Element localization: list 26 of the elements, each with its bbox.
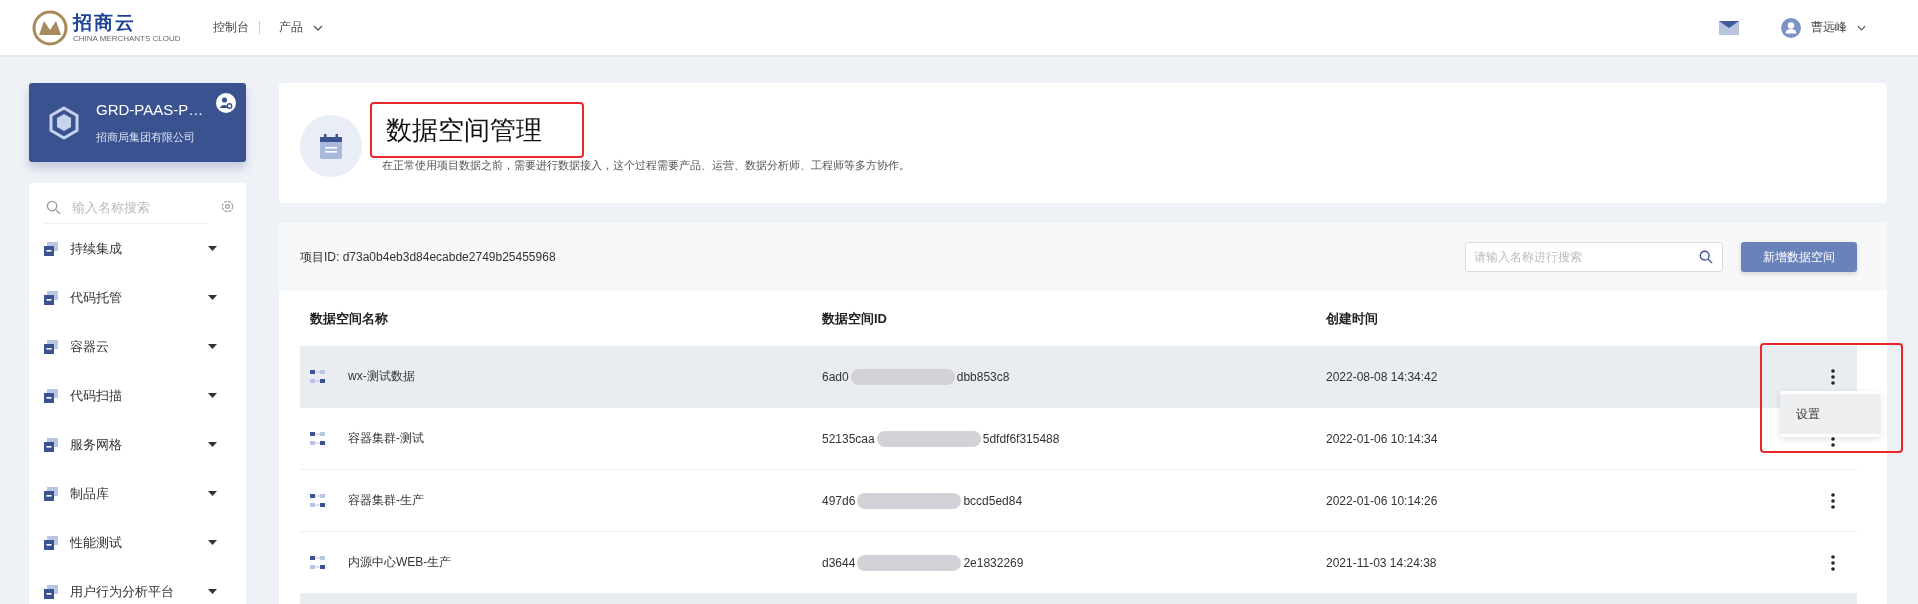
table-cell: 2e1832269 bbox=[963, 555, 1024, 570]
column-header: 数据空间名称 bbox=[310, 309, 389, 328]
column-header: 创建时间 bbox=[1326, 309, 1379, 328]
table-cell-text: 2022-01-06 10:14:26 bbox=[1326, 493, 1439, 508]
table-cell: 5dfdf6f315488 bbox=[982, 431, 1060, 446]
page-description: 在正常使用项目数据之前，需要进行数据接入，这个过程需要产品、运营、数据分析师、工程师等多方协作。 bbox=[382, 157, 910, 173]
table-cell: d3644 bbox=[822, 555, 856, 570]
table-cell: bccd5ed84 bbox=[963, 493, 1023, 508]
table-cell: 497d6 bbox=[822, 493, 856, 508]
table-cell: 内源中心WEB-生产 bbox=[348, 554, 452, 571]
project-name: GRD-PAAS-P… bbox=[96, 100, 204, 118]
table-cell: dbb853c8 bbox=[956, 369, 1010, 384]
table-cell-text: 2021-11-03 14:24:38 bbox=[1326, 555, 1438, 570]
project-id: 项目ID: d73a0b4eb3d84ecabde2749b25455968 bbox=[300, 248, 556, 266]
table-cell-text: 2022-08-08 14:34:42 bbox=[1326, 369, 1439, 384]
organization-name: 招商局集团有限公司 bbox=[96, 129, 196, 145]
table-cell: wx-测试数据 bbox=[348, 368, 415, 385]
table-cell: 容器集群-测试 bbox=[348, 430, 424, 447]
table-cell-text: 2022-01-06 10:14:34 bbox=[1326, 431, 1439, 446]
table-cell: 52135caa bbox=[822, 431, 875, 446]
page-title: 数据空间管理 bbox=[385, 113, 542, 147]
column-header: 数据空间ID bbox=[822, 309, 888, 328]
brand-tagline: CHINA MERCHANTS CLOUD bbox=[73, 33, 181, 44]
table-cell: 6ad0 bbox=[822, 369, 849, 384]
table-cell: 容器集群-生产 bbox=[348, 492, 424, 509]
brand-name: 招商云 bbox=[73, 11, 137, 34]
